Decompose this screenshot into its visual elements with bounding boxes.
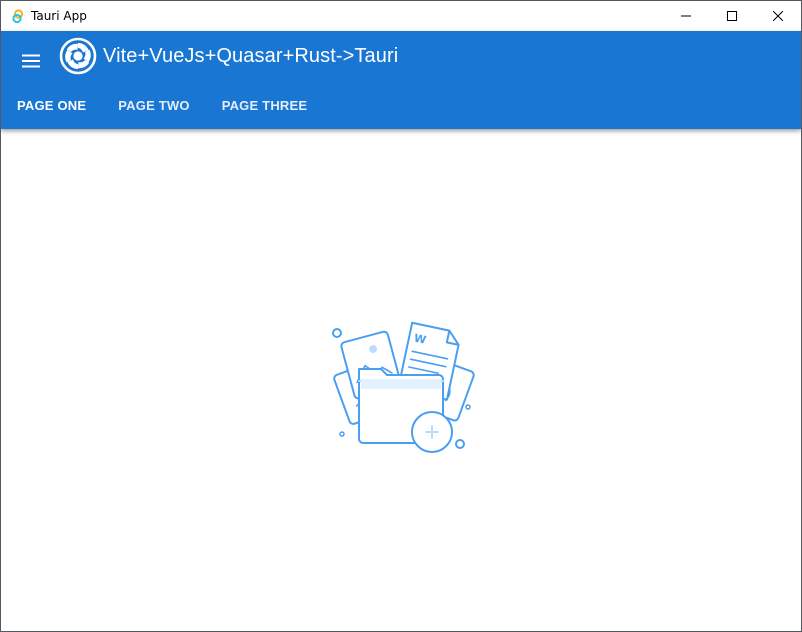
tab-page-three[interactable]: PAGE THREE — [206, 81, 324, 129]
app-title: Vite+VueJs+Quasar+Rust->Tauri — [103, 45, 399, 67]
tab-bar: PAGE ONE PAGE TWO PAGE THREE — [1, 81, 323, 129]
close-icon — [773, 11, 783, 21]
tab-page-two[interactable]: PAGE TWO — [102, 81, 205, 129]
maximize-button[interactable] — [709, 1, 755, 31]
maximize-icon — [727, 11, 737, 21]
close-button[interactable] — [755, 1, 801, 31]
app-header: Vite+VueJs+Quasar+Rust->Tauri PAGE ONE P… — [1, 31, 801, 129]
app-window: Tauri App Vite+VueJs+Quasar+Rust->Tauri … — [0, 0, 802, 632]
tauri-app-icon — [10, 8, 26, 24]
menu-button[interactable] — [13, 43, 49, 79]
window-titlebar[interactable]: Tauri App — [1, 1, 801, 31]
minimize-icon — [681, 15, 691, 17]
tab-page-one[interactable]: PAGE ONE — [1, 81, 102, 129]
hamburger-menu-icon — [22, 54, 40, 68]
empty-folder-illustration: W — [332, 321, 475, 453]
minimize-button[interactable] — [663, 1, 709, 31]
quasar-logo-icon — [59, 37, 97, 75]
window-title: Tauri App — [31, 9, 87, 23]
